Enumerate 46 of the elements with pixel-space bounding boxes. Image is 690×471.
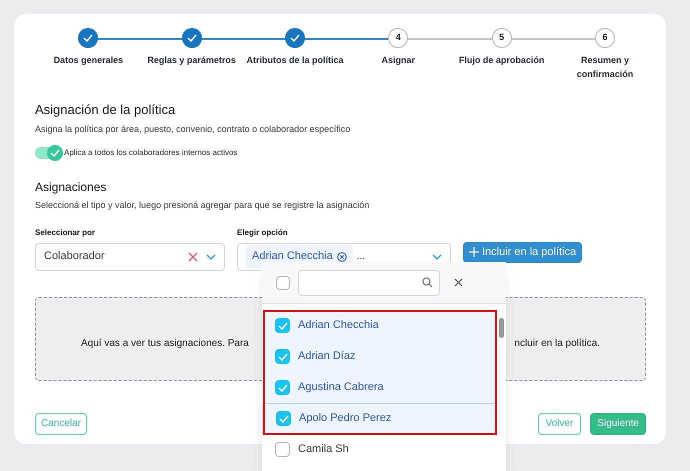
search-field[interactable]: [298, 270, 440, 296]
step-label: Reglas y parámetros: [146, 54, 237, 67]
checkbox[interactable]: [276, 276, 290, 290]
step-label: Asignar: [380, 54, 416, 67]
checkbox[interactable]: [275, 442, 290, 457]
section-subtitle: Asigna la política por área, puesto, convenio, contrato o colaborador específico: [35, 122, 352, 136]
include-button[interactable]: Incluir en la política: [463, 242, 582, 262]
option-item[interactable]: Adrian Checchia: [262, 310, 496, 341]
field-label: Elegir opción: [237, 226, 289, 238]
check-icon: [278, 322, 288, 330]
empty-message: ncluir en la política.: [514, 337, 600, 351]
step-label: Datos generales: [52, 54, 124, 67]
section-subtitle: Seleccioná el tipo y valor, luego presioná agregar para que se registre la asignación: [35, 199, 370, 212]
chevron-down-icon[interactable]: [432, 254, 442, 260]
empty-message: Aquí vas a ver tus asignaciones. Para: [81, 337, 249, 351]
check-icon: [278, 384, 288, 392]
field-label: Seleccionar por: [35, 226, 96, 238]
section-title: Asignaciones: [35, 179, 108, 196]
checkbox[interactable]: [275, 380, 290, 395]
check-icon: [50, 149, 60, 157]
check-icon: [278, 414, 288, 422]
checkbox[interactable]: [275, 318, 290, 333]
overflow-ellipsis: ...: [356, 250, 366, 264]
step-label: Atributos de la política: [245, 54, 344, 67]
checkbox[interactable]: [276, 411, 291, 426]
check-icon: [83, 34, 94, 42]
chevron-down-icon[interactable]: [206, 254, 216, 260]
option-item[interactable]: Apolo Pedro Perez: [262, 403, 496, 434]
search-icon: [422, 277, 433, 288]
check-icon: [278, 352, 288, 360]
step-label: Flujo de aprobación: [458, 54, 546, 67]
option-item[interactable]: Agustina Cabrera: [262, 372, 496, 403]
toggle-label: Aplica a todos los colaboradores internos activos: [64, 147, 238, 159]
check-icon: [186, 34, 197, 42]
step-label: Resumen y confirmación: [576, 54, 634, 81]
check-icon: [290, 34, 300, 42]
section-title: Asignación de la política: [35, 101, 176, 119]
scrollbar-thumb[interactable]: [499, 318, 504, 338]
option-item[interactable]: Adrian Díaz: [262, 341, 496, 372]
remove-icon[interactable]: [336, 252, 347, 262]
toggle-switch[interactable]: [35, 147, 61, 159]
checkbox[interactable]: [275, 349, 290, 364]
select-field[interactable]: Colaborador: [35, 242, 225, 270]
close-icon[interactable]: [454, 278, 463, 287]
plus-icon: [469, 247, 479, 257]
clear-icon[interactable]: [188, 252, 198, 262]
